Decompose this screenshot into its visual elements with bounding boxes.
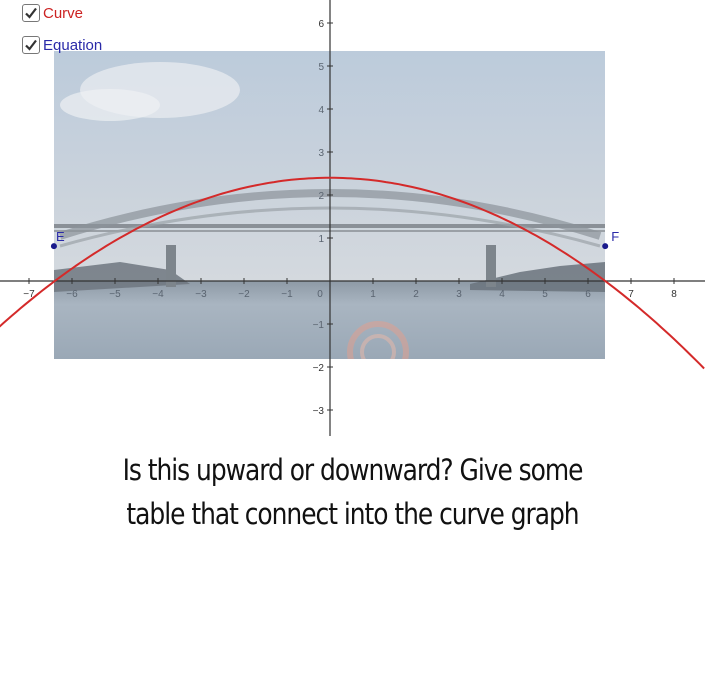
x-tick-label: 5	[542, 289, 548, 300]
graph-canvas[interactable]: −7 −6 −5 −4 −3 −2 −1 0 1 2 3 4 5 6 7 8 −3−2−1123456 EF	[0, 0, 705, 440]
question-line-2: table that connect into the curve graph	[126, 497, 579, 531]
y-tick-label: 2	[318, 191, 324, 202]
y-tick-label: −3	[313, 406, 325, 417]
point-label-f: F	[611, 229, 619, 244]
x-tick-label: −6	[66, 289, 78, 300]
x-tick-label: 6	[585, 289, 591, 300]
point-label-e: E	[56, 229, 65, 244]
point-f[interactable]	[602, 243, 609, 250]
y-tick-label: −1	[313, 320, 325, 331]
y-tick-label: 1	[318, 234, 324, 245]
x-tick-label: 1	[370, 289, 376, 300]
checkmark-icon	[25, 39, 37, 51]
curve-checkbox[interactable]	[22, 4, 40, 22]
x-tick-label: −2	[238, 289, 250, 300]
x-tick-label: 7	[628, 289, 634, 300]
x-tick-label: −4	[152, 289, 164, 300]
x-tick-label: 0	[317, 289, 323, 300]
y-tick-label: −2	[313, 363, 325, 374]
x-tick-label: 3	[456, 289, 462, 300]
y-tick-label: 5	[318, 62, 324, 73]
question-text: Is this upward or downward? Give some ta…	[49, 448, 655, 536]
y-tick-label: 6	[318, 19, 324, 30]
question-line-1: Is this upward or downward? Give some	[122, 453, 584, 487]
y-tick-label: 4	[318, 105, 324, 116]
equation-checkbox[interactable]	[22, 36, 40, 54]
x-tick-label: 8	[671, 289, 677, 300]
equation-checkbox-label: Equation	[43, 36, 103, 54]
x-tick-label: −5	[109, 289, 121, 300]
x-tick-label: −3	[195, 289, 207, 300]
y-tick-label: 3	[318, 148, 324, 159]
x-tick-label: 2	[413, 289, 419, 300]
curve-checkbox-row[interactable]: Curve	[22, 4, 83, 22]
curve-checkbox-label: Curve	[43, 4, 84, 22]
x-tick-label: 4	[499, 289, 505, 300]
checkmark-icon	[25, 7, 37, 19]
equation-checkbox-row[interactable]: Equation	[22, 36, 102, 54]
x-tick-label: −1	[281, 289, 293, 300]
